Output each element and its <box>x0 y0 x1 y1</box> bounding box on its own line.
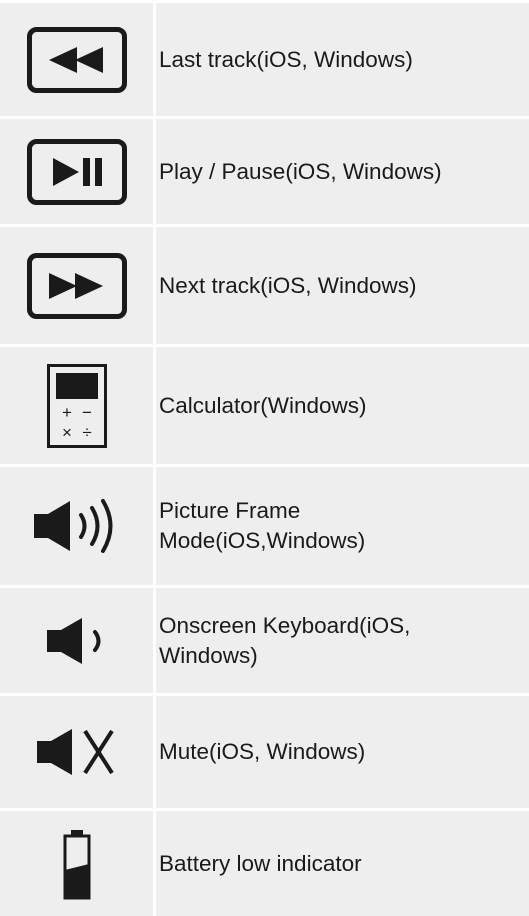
row-label: Picture Frame Mode(iOS,Windows) <box>159 498 366 553</box>
icon-cell: + − × ÷ <box>0 347 153 464</box>
calculator-symbol: − <box>82 403 92 422</box>
icon-cell <box>0 119 153 224</box>
label-cell: Onscreen Keyboard(iOS, Windows) <box>156 588 529 693</box>
volume-down-icon <box>45 615 109 667</box>
next-track-icon <box>26 252 127 319</box>
row-label: Battery low indicator <box>159 850 362 876</box>
battery-low-icon <box>62 828 92 900</box>
mute-icon <box>35 726 119 778</box>
calculator-symbol: ÷ <box>82 423 91 442</box>
calculator-symbol: × <box>62 423 72 442</box>
label-cell: Picture Frame Mode(iOS,Windows) <box>156 467 529 585</box>
row-label: Next track(iOS, Windows) <box>159 272 417 298</box>
table-row: + − × ÷ Calculator(Windows) <box>0 347 529 464</box>
label-cell: Battery low indicator <box>156 811 529 916</box>
icon-cell <box>0 467 153 585</box>
icon-cell <box>0 811 153 916</box>
label-cell: Mute(iOS, Windows) <box>156 696 529 808</box>
row-label: Onscreen Keyboard(iOS, Windows) <box>159 612 411 668</box>
table-row: Last track(iOS, Windows) <box>0 3 529 116</box>
row-label: Calculator(Windows) <box>159 392 367 418</box>
shortcut-table: Last track(iOS, Windows) Play / Pause(iO… <box>0 0 529 916</box>
calculator-symbol: + <box>62 403 72 422</box>
label-cell: Next track(iOS, Windows) <box>156 227 529 344</box>
icon-cell <box>0 227 153 344</box>
table-row: Play / Pause(iOS, Windows) <box>0 119 529 224</box>
label-cell: Last track(iOS, Windows) <box>156 3 529 116</box>
play-pause-icon <box>26 138 127 205</box>
row-label: Last track(iOS, Windows) <box>159 46 413 72</box>
icon-cell <box>0 588 153 693</box>
table-row: Battery low indicator <box>0 811 529 916</box>
row-label: Play / Pause(iOS, Windows) <box>159 158 442 184</box>
row-label: Mute(iOS, Windows) <box>159 739 366 764</box>
label-cell: Play / Pause(iOS, Windows) <box>156 119 529 224</box>
previous-track-icon <box>26 26 127 93</box>
table-row: Next track(iOS, Windows) <box>0 227 529 344</box>
icon-cell <box>0 696 153 808</box>
table-row: Picture Frame Mode(iOS,Windows) <box>0 467 529 585</box>
icon-cell <box>0 3 153 116</box>
table-row: Onscreen Keyboard(iOS, Windows) <box>0 588 529 693</box>
table-row: Mute(iOS, Windows) <box>0 696 529 808</box>
label-cell: Calculator(Windows) <box>156 347 529 464</box>
volume-up-icon <box>32 496 122 556</box>
calculator-icon: + − × ÷ <box>46 363 108 449</box>
